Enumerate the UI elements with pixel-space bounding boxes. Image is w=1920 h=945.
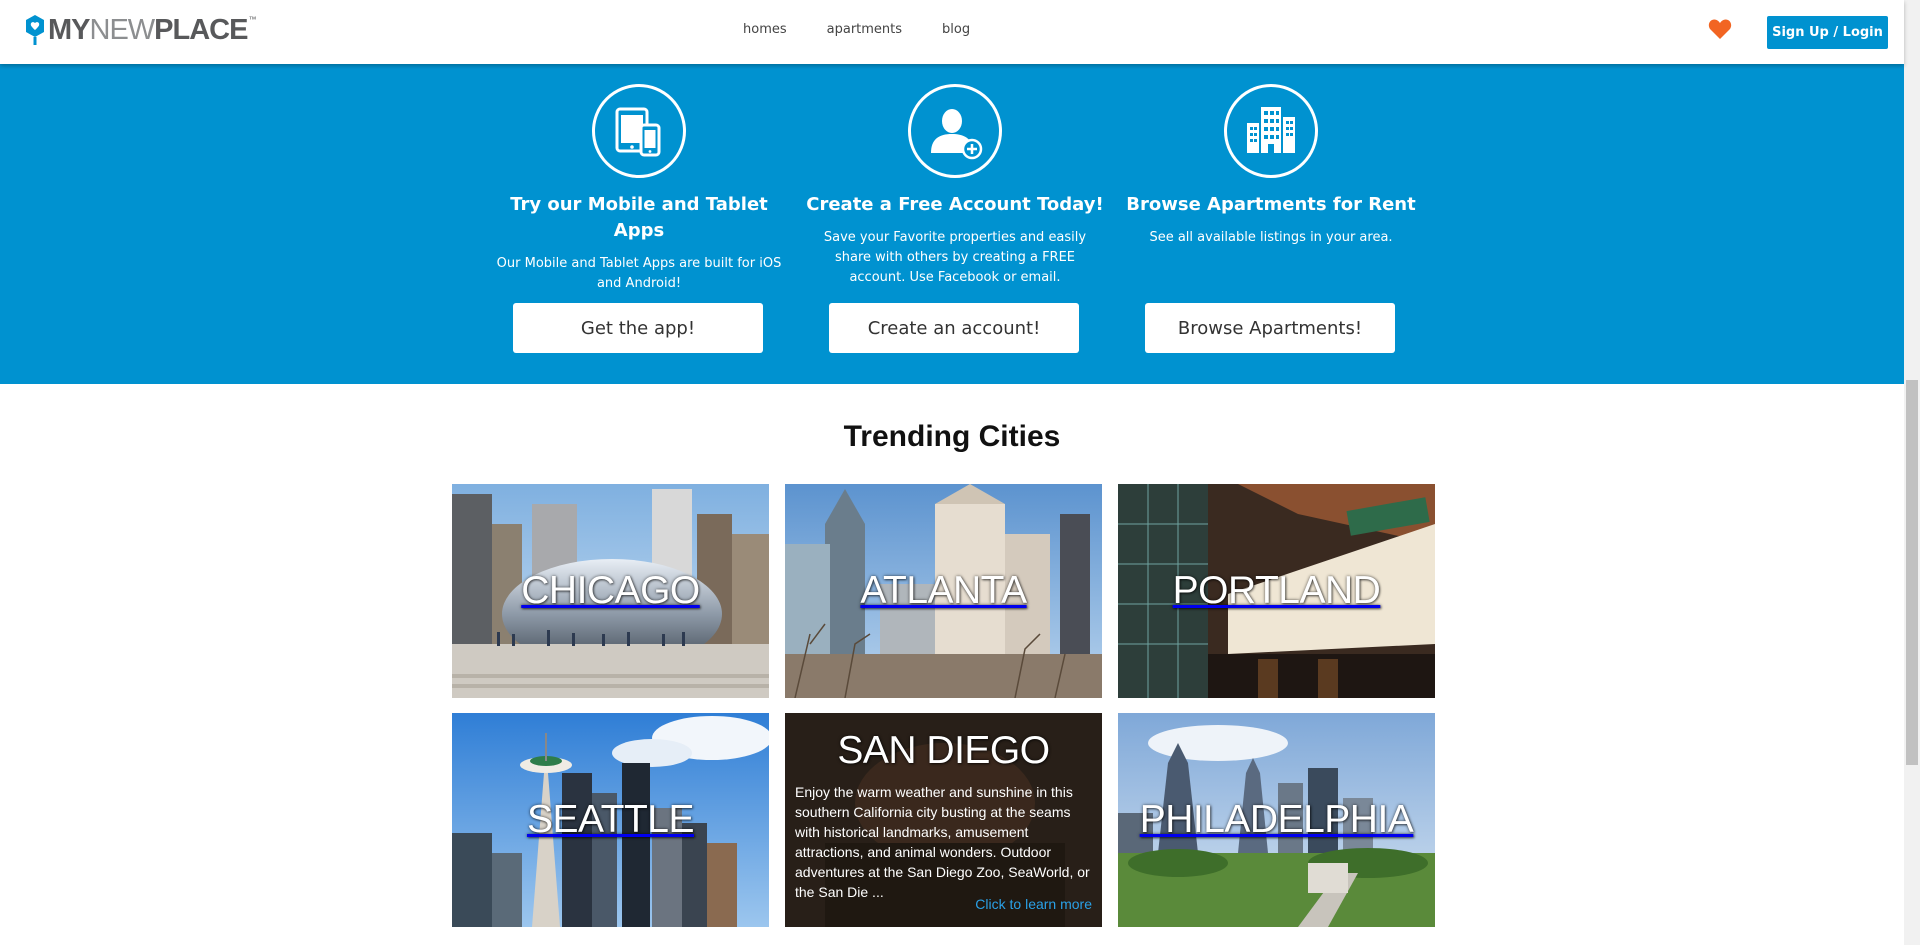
feature-icon-circle: [908, 84, 1002, 178]
site-header: MYNEWPLACE™ homes apartments blog Sign U…: [0, 0, 1904, 64]
user-add-icon: [931, 109, 983, 160]
feature-title: Try our Mobile and Tablet Apps: [510, 194, 768, 241]
signup-login-button[interactable]: Sign Up / Login: [1767, 16, 1888, 49]
browse-apartments-button[interactable]: Browse Apartments!: [1145, 303, 1395, 353]
city-tile-philadelphia[interactable]: PHILADELPHIA: [1118, 713, 1435, 927]
city-name: SEATTLE: [527, 798, 695, 841]
get-app-button[interactable]: Get the app!: [513, 303, 763, 353]
create-account-button[interactable]: Create an account!: [829, 303, 1079, 353]
city-tile-seattle[interactable]: SEATTLE: [452, 713, 769, 927]
city-name: CHICAGO: [521, 569, 700, 612]
logo-new: NEW: [89, 13, 156, 46]
nav-apartments[interactable]: apartments: [827, 22, 902, 37]
mobile-tablet-icon: [615, 107, 661, 157]
feature-create-account: Create a Free Account Today! Save your F…: [805, 84, 1105, 353]
city-description: Enjoy the warm weather and sunshine in t…: [795, 784, 1090, 900]
city-name: PORTLAND: [1172, 569, 1381, 612]
site-logo[interactable]: MYNEWPLACE™: [24, 12, 256, 48]
logo-my: MY: [48, 13, 90, 46]
feature-icon-circle: [1224, 84, 1318, 178]
feature-text: Save your Favorite properties and easily…: [823, 230, 1087, 285]
feature-icon-circle: [592, 84, 686, 178]
city-name: PHILADELPHIA: [1139, 798, 1414, 841]
city-tile-atlanta[interactable]: ATLANTA: [785, 484, 1102, 698]
location-pin-logo-icon: [26, 15, 44, 45]
heart-icon[interactable]: [1708, 18, 1732, 40]
city-name: ATLANTA: [860, 569, 1027, 612]
feature-text: See all available listings in your area.: [1149, 230, 1393, 245]
logo-tm: ™: [248, 14, 256, 24]
feature-text: Our Mobile and Tablet Apps are built for…: [496, 256, 782, 291]
city-tile-chicago[interactable]: CHICAGO: [452, 484, 769, 698]
logo-text: MYNEWPLACE™: [48, 13, 256, 46]
feature-browse-apartments: Browse Apartments for Rent See all avail…: [1121, 84, 1421, 353]
feature-title: Browse Apartments for Rent: [1126, 194, 1416, 215]
feature-title: Create a Free Account Today!: [806, 194, 1104, 215]
city-tile-san-diego[interactable]: SAN DIEGO Enjoy the warm weather and sun…: [785, 713, 1102, 927]
nav-blog[interactable]: blog: [942, 22, 970, 37]
buildings-icon: [1247, 107, 1295, 153]
click-to-learn-more-link[interactable]: Click to learn more: [975, 896, 1092, 912]
trending-cities-title: Trending Cities: [843, 420, 1061, 453]
main-nav: homes apartments blog: [743, 22, 970, 37]
city-tile-portland[interactable]: PORTLAND: [1118, 484, 1435, 698]
feature-mobile-apps: Try our Mobile and Tablet Apps Our Mobil…: [489, 84, 789, 353]
features-band: Try our Mobile and Tablet Apps Our Mobil…: [0, 64, 1904, 384]
scrollbar-thumb[interactable]: [1906, 380, 1918, 765]
city-name: SAN DIEGO: [837, 729, 1050, 772]
nav-homes[interactable]: homes: [743, 22, 787, 37]
logo-place: PLACE: [154, 13, 248, 46]
